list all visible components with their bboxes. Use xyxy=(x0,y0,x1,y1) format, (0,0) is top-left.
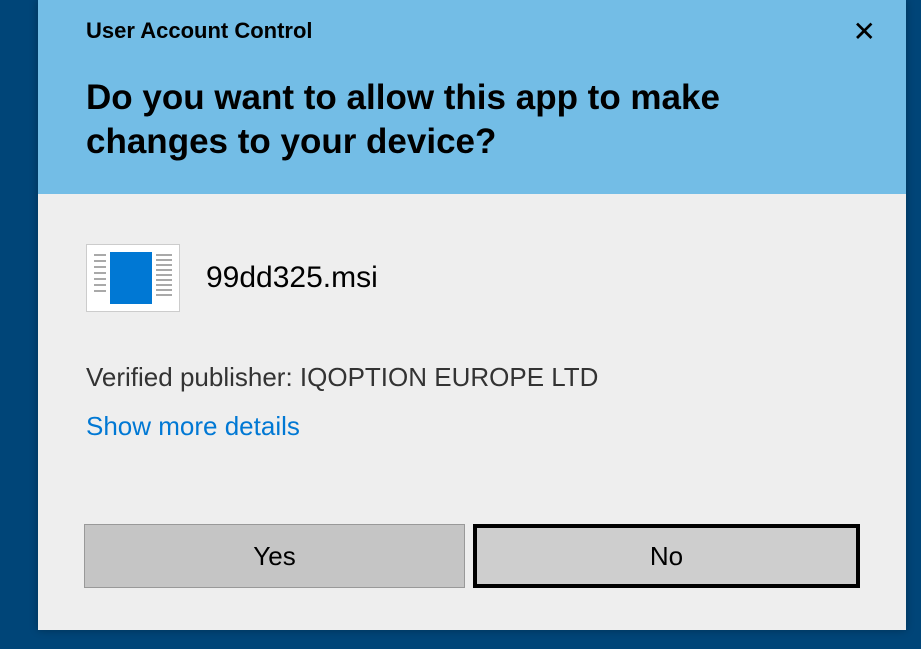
app-info-row: 99dd325.msi xyxy=(86,244,858,312)
yes-button[interactable]: Yes xyxy=(84,524,465,588)
dialog-question: Do you want to allow this app to make ch… xyxy=(86,76,866,164)
installer-icon xyxy=(86,244,180,312)
show-more-details-link[interactable]: Show more details xyxy=(86,411,300,442)
publisher-label: Verified publisher: IQOPTION EUROPE LTD xyxy=(86,362,858,393)
close-button[interactable]: ✕ xyxy=(853,18,876,46)
uac-dialog: User Account Control ✕ Do you want to al… xyxy=(38,0,906,630)
close-icon: ✕ xyxy=(853,16,876,47)
dialog-header: User Account Control ✕ Do you want to al… xyxy=(38,0,906,194)
no-button[interactable]: No xyxy=(473,524,860,588)
dialog-title: User Account Control xyxy=(86,18,866,44)
app-filename: 99dd325.msi xyxy=(206,261,378,295)
dialog-body: 99dd325.msi Verified publisher: IQOPTION… xyxy=(38,194,906,462)
dialog-buttons: Yes No xyxy=(38,524,906,588)
